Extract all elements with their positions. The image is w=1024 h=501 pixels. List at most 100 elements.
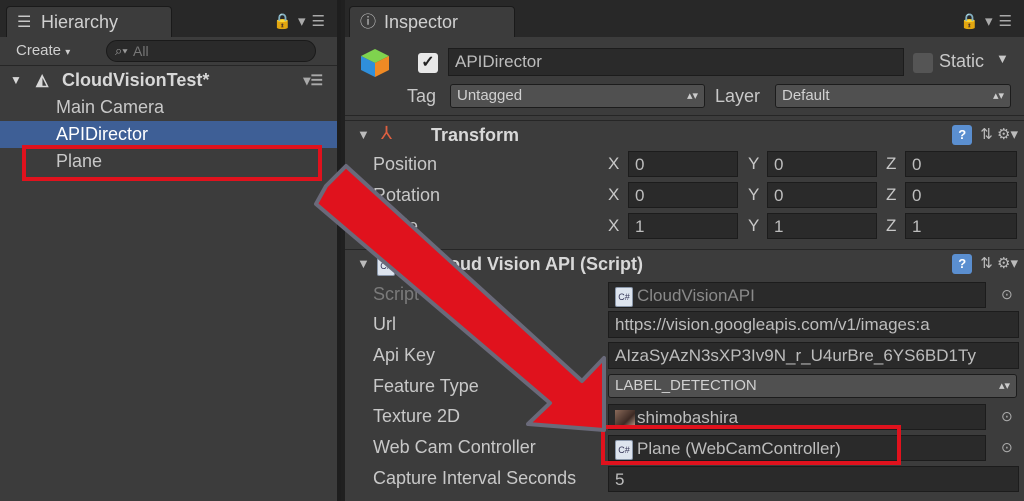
component-enabled-checkbox[interactable]: ✓ [405, 255, 423, 273]
highlight-box-webcam [601, 425, 901, 465]
position-z-field[interactable]: 0 [905, 151, 1017, 177]
layer-label: Layer [715, 86, 761, 106]
axis-y-label: Y [748, 185, 760, 204]
script-component-header[interactable]: ▼ C# ✓ Cloud Vision API (Script) ? ⇅ ⚙▾ [345, 249, 1024, 280]
hierarchy-item-main-camera[interactable]: Main Camera [0, 94, 337, 121]
tag-dropdown[interactable]: Untagged ▴▾ [450, 84, 705, 108]
panel-controls: 🔒▾☰ [960, 12, 1018, 30]
gameobject-cube-icon [361, 49, 389, 77]
feature-type-dropdown[interactable]: LABEL_DETECTION ▴▾ [608, 374, 1017, 398]
updown-icon: ▴▾ [992, 90, 1004, 102]
fold-arrow-icon[interactable]: ▼ [357, 256, 370, 271]
panel-controls: 🔒▾☰ [273, 12, 331, 30]
transform-title: Transform [431, 125, 520, 145]
scale-y-field[interactable]: 1 [767, 213, 877, 239]
updown-icon: ▴▾ [686, 90, 698, 102]
web-cam-controller-label: Web Cam Controller [373, 437, 536, 457]
panel-menu-icon[interactable]: ▾☰ [298, 13, 331, 30]
expand-arrow-icon[interactable]: ▼ [10, 67, 22, 94]
position-y-field[interactable]: 0 [767, 151, 877, 177]
lock-icon[interactable]: 🔒 [960, 13, 985, 30]
hierarchy-item-label: Main Camera [56, 97, 165, 117]
unity-scene-icon: ◭ [36, 72, 49, 89]
info-icon: ⓘ [360, 14, 377, 31]
position-x-field[interactable]: 0 [628, 151, 738, 177]
tag-value: Untagged [457, 87, 523, 104]
capture-interval-field[interactable]: 5 [608, 466, 1019, 492]
chevron-down-icon: ▾ [65, 47, 71, 58]
object-picker-icon[interactable]: ⊙ [1001, 439, 1013, 456]
axis-x-label: X [608, 216, 620, 235]
preset-icon[interactable]: ⇅ [980, 126, 997, 143]
scale-label: Scale [373, 216, 419, 236]
capture-interval-label: Capture Interval Seconds [373, 468, 577, 488]
tab-hierarchy[interactable]: ☰ Hierarchy [6, 6, 172, 37]
lock-icon[interactable]: 🔒 [273, 13, 298, 30]
create-button[interactable]: Create ▾ [16, 40, 70, 62]
preset-icon[interactable]: ⇅ [980, 255, 997, 272]
updown-icon: ▴▾ [998, 380, 1010, 392]
script-label: Script [373, 284, 420, 304]
rotation-y-field[interactable]: 0 [767, 182, 877, 208]
scene-row[interactable]: ▼ ◭ CloudVisionTest* ▾☰ [0, 67, 337, 94]
api-key-field[interactable]: AIzaSyAzN3sXP3Iv9N_r_U4urBre_6YS6BD1Ty [608, 342, 1019, 369]
transform-axes-icon: ⅄ [381, 123, 392, 143]
hierarchy-tabbar: ☰ Hierarchy 🔒▾☰ [0, 0, 337, 38]
gameobject-header: ✓ APIDirector Static ▼ Tag Untagged ▴▾ La… [345, 37, 1024, 116]
script-component-title: Cloud Vision API (Script) [431, 254, 644, 274]
texture-2d-label: Texture 2D [373, 406, 461, 426]
object-picker-icon[interactable]: ⊙ [1001, 408, 1013, 425]
object-picker-icon[interactable]: ⊙ [1001, 286, 1013, 303]
axis-y-label: Y [748, 154, 760, 173]
csharp-script-icon: C# [615, 286, 633, 307]
component-controls: ? ⇅ ⚙▾ [952, 125, 1018, 145]
axis-x-label: X [608, 154, 620, 173]
tab-inspector[interactable]: ⓘ Inspector [349, 6, 515, 37]
static-checkbox[interactable] [913, 53, 933, 73]
help-icon[interactable]: ? [952, 254, 973, 274]
highlight-box-plane [22, 145, 322, 181]
url-label: Url [373, 314, 396, 334]
hierarchy-toolbar: Create ▾ ⌕▾ All [0, 37, 337, 66]
url-field[interactable]: https://vision.googleapis.com/v1/images:… [608, 311, 1019, 338]
static-dropdown-icon[interactable]: ▼ [996, 51, 1009, 66]
rotation-x-field[interactable]: 0 [628, 182, 738, 208]
script-value: CloudVisionAPI [637, 286, 755, 305]
axis-y-label: Y [748, 216, 760, 235]
component-controls: ? ⇅ ⚙▾ [952, 254, 1018, 274]
axis-z-label: Z [886, 216, 897, 235]
layer-dropdown[interactable]: Default ▴▾ [775, 84, 1011, 108]
axis-z-label: Z [886, 185, 897, 204]
scene-menu-icon[interactable]: ▾☰ [303, 67, 323, 94]
help-icon[interactable]: ? [952, 125, 973, 145]
rotation-label: Rotation [373, 185, 441, 205]
axis-x-label: X [608, 185, 620, 204]
hierarchy-item-apidirector[interactable]: APIDirector [0, 121, 337, 148]
gear-icon[interactable]: ⚙▾ [997, 126, 1018, 143]
active-checkbox[interactable]: ✓ [418, 53, 438, 73]
list-icon: ☰ [17, 14, 32, 31]
feature-type-label: Feature Type [373, 376, 479, 396]
transform-header[interactable]: ▼ ⅄ Transform ? ⇅ ⚙▾ [345, 120, 1024, 151]
fold-arrow-icon[interactable]: ▼ [357, 127, 370, 142]
search-icon: ⌕▾ [115, 43, 128, 58]
gear-icon[interactable]: ⚙▾ [997, 255, 1018, 272]
rotation-z-field[interactable]: 0 [905, 182, 1017, 208]
search-placeholder: All [133, 43, 149, 59]
tab-hierarchy-label: Hierarchy [41, 12, 119, 32]
hierarchy-item-label: APIDirector [56, 124, 149, 144]
scene-name: CloudVisionTest* [62, 70, 210, 90]
inspector-panel: ⓘ Inspector 🔒▾☰ ✓ APIDirector Static ▼ T… [345, 0, 1024, 501]
scale-x-field[interactable]: 1 [628, 213, 738, 239]
script-field: C# CloudVisionAPI [608, 282, 986, 308]
hierarchy-panel: ☰ Hierarchy 🔒▾☰ Create ▾ ⌕▾ All ▼ ◭ Clou… [0, 0, 341, 501]
object-name-field[interactable]: APIDirector [448, 48, 904, 76]
scale-z-field[interactable]: 1 [905, 213, 1017, 239]
static-label: Static [939, 51, 985, 71]
tab-inspector-label: Inspector [384, 12, 459, 32]
tag-label: Tag [407, 86, 437, 106]
axis-z-label: Z [886, 154, 897, 173]
panel-menu-icon[interactable]: ▾☰ [985, 13, 1018, 30]
search-input[interactable]: ⌕▾ All [106, 40, 316, 62]
position-label: Position [373, 154, 438, 174]
